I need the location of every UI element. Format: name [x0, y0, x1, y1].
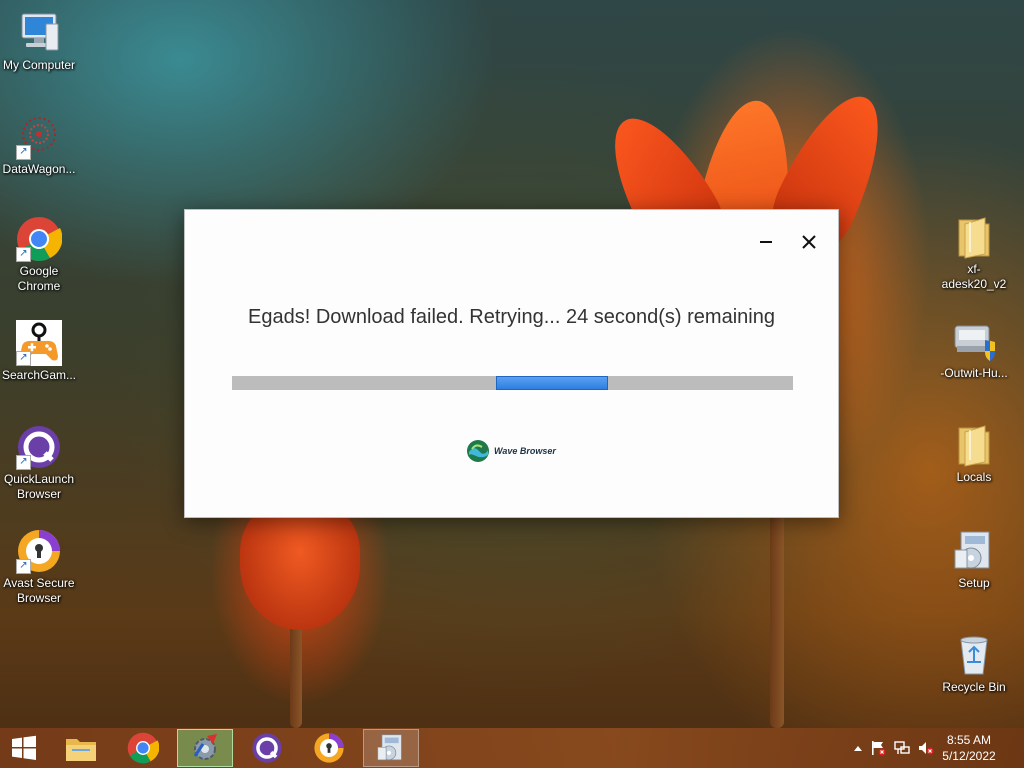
computer-icon	[16, 10, 62, 56]
datawagon-icon: ↗	[16, 114, 62, 160]
installer-icon	[951, 318, 997, 364]
close-icon	[802, 235, 816, 249]
desktop-icon-searchgames[interactable]: ↗ SearchGam...	[0, 320, 78, 383]
desktop-icon-label: Recycle Bin	[942, 680, 1006, 694]
close-button[interactable]	[797, 230, 821, 254]
chrome-icon	[127, 732, 159, 764]
folder-icon	[951, 214, 997, 260]
desktop-icon-datawagon[interactable]: ↗ DataWagon...	[0, 114, 78, 177]
desktop-icon-label: My Computer	[2, 58, 76, 72]
desktop-icon-label: Avast Secure Browser	[3, 576, 75, 605]
brand-logo: Wave Browser	[466, 439, 556, 463]
desktop-icon-quicklaunch[interactable]: ↗ QuickLaunch Browser	[0, 424, 78, 502]
desktop-icon-my-computer[interactable]: My Computer	[0, 10, 78, 73]
flower-stem	[290, 620, 302, 728]
desktop-icon-label: SearchGam...	[1, 368, 77, 382]
taskbar-quicklaunch[interactable]	[239, 729, 295, 767]
desktop-icon-setup[interactable]: Setup	[935, 528, 1013, 591]
quicklaunch-icon	[252, 733, 282, 763]
start-button[interactable]	[0, 729, 48, 767]
chrome-icon: ↗	[16, 216, 63, 262]
download-dialog: Egads! Download failed. Retrying... 24 s…	[184, 209, 839, 518]
network-button[interactable]	[890, 728, 914, 768]
installer-gear-icon	[193, 734, 217, 760]
network-icon	[894, 741, 910, 754]
taskbar: 8:55 AM 5/12/2022	[0, 728, 1024, 768]
avast-icon: ↗	[16, 528, 62, 574]
folder-icon	[951, 422, 997, 468]
status-message: Egads! Download failed. Retrying... 24 s…	[248, 306, 775, 328]
progress-indeterminate-segment	[495, 376, 608, 390]
windows-start-icon	[12, 735, 36, 760]
setup-icon	[951, 528, 997, 574]
shortcut-arrow-icon: ↗	[16, 559, 31, 574]
desktop-icon-google-chrome[interactable]: ↗ Google Chrome	[0, 216, 78, 294]
action-center-flag-icon	[872, 741, 886, 756]
minimize-button[interactable]	[754, 230, 778, 254]
show-hidden-icon	[854, 746, 862, 751]
desktop-icon-xf-adesk[interactable]: xf-adesk20_v2	[935, 214, 1013, 292]
quicklaunch-icon: ↗	[16, 424, 62, 470]
taskbar-chrome[interactable]	[115, 729, 171, 767]
shortcut-arrow-icon: ↗	[16, 247, 31, 262]
desktop-icon-label: -Outwit-Hu...	[940, 366, 1008, 380]
file-explorer-icon	[66, 739, 96, 761]
desktop-icon-label: Setup	[958, 576, 990, 590]
taskbar-avast[interactable]	[301, 729, 357, 767]
shortcut-arrow-icon: ↗	[16, 351, 31, 366]
clock-time: 8:55 AM	[946, 733, 992, 747]
desktop-icon-outwit[interactable]: -Outwit-Hu...	[935, 318, 1013, 381]
gamepad-icon: ↗	[16, 320, 62, 366]
desktop-icon-label: DataWagon...	[2, 162, 76, 176]
action-center-button[interactable]	[866, 728, 890, 768]
shortcut-arrow-icon: ↗	[16, 145, 31, 160]
desktop-icon-locals[interactable]: Locals	[935, 422, 1013, 485]
avast-icon	[314, 733, 344, 763]
clock-date: 5/12/2022	[942, 749, 996, 763]
setup-icon	[377, 734, 402, 761]
desktop-icon-label: Google Chrome	[17, 264, 61, 293]
minimize-icon	[760, 241, 772, 243]
shortcut-arrow-icon: ↗	[16, 455, 31, 470]
taskbar-clock[interactable]: 8:55 AM 5/12/2022	[934, 732, 1004, 764]
desktop-icon-avast-browser[interactable]: ↗ Avast Secure Browser	[0, 528, 78, 606]
taskbar-installer-active[interactable]	[177, 729, 233, 767]
wave-browser-logo-icon	[467, 440, 489, 462]
taskbar-file-explorer[interactable]	[53, 729, 109, 767]
progress-bar	[232, 376, 793, 390]
desktop-icon-label: Locals	[956, 470, 992, 484]
system-tray	[850, 728, 938, 768]
desktop-icon-recycle-bin[interactable]: Recycle Bin	[935, 632, 1013, 695]
desktop-icon-label: QuickLaunch Browser	[3, 472, 75, 501]
volume-muted-icon	[919, 742, 934, 755]
flower-bud	[240, 500, 360, 630]
taskbar-setup[interactable]	[363, 729, 419, 767]
brand-name: Wave Browser	[494, 446, 556, 456]
show-hidden-icons-button[interactable]	[850, 728, 866, 768]
desktop-icon-label: xf-adesk20_v2	[941, 262, 1007, 291]
recycle-bin-icon	[951, 632, 997, 678]
